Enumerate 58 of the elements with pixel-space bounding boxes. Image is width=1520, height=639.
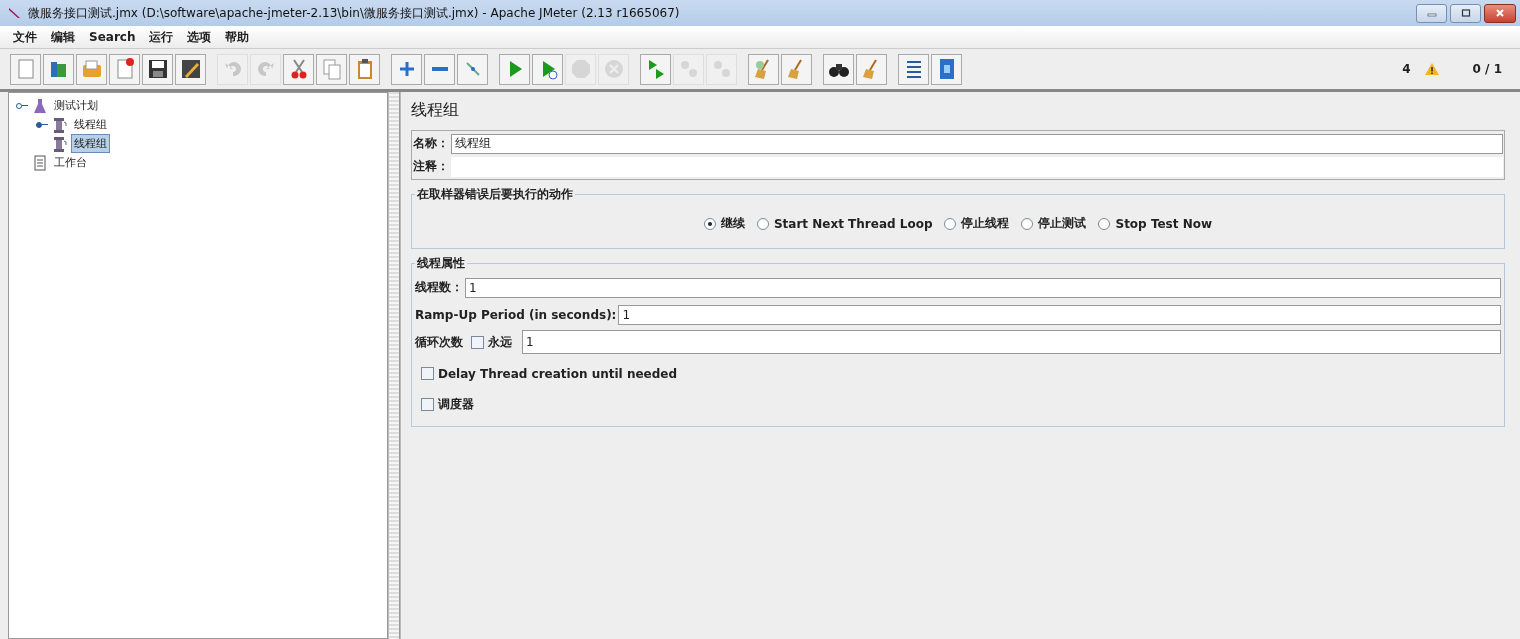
delay-checkbox[interactable]: Delay Thread creation until needed (421, 366, 678, 381)
notepad-icon (32, 154, 48, 171)
tree-item[interactable]: 测试计划 (51, 96, 101, 115)
tree-item[interactable]: 线程组 (71, 115, 110, 134)
minimize-button[interactable] (1416, 3, 1447, 23)
radio-option[interactable]: 继续 (703, 215, 745, 232)
list-button[interactable] (898, 53, 929, 85)
spool-icon (52, 116, 68, 133)
file-button[interactable] (10, 53, 41, 85)
flask-icon (32, 97, 48, 114)
binoculars-button[interactable] (823, 53, 854, 85)
minus-button[interactable] (424, 53, 455, 85)
clipboard-button[interactable] (349, 53, 380, 85)
warning-icon (1423, 62, 1440, 76)
spool-icon (52, 135, 68, 152)
feather-icon (8, 6, 22, 20)
folder-button[interactable] (76, 53, 107, 85)
close-button[interactable] (1484, 3, 1516, 23)
radio-option[interactable]: Stop Test Now (1098, 215, 1213, 232)
ramp-up-label: Ramp-Up Period (in seconds): (415, 307, 617, 322)
loop-count-label: 循环次数 (415, 333, 463, 351)
scheduler-checkbox[interactable]: 调度器 (421, 396, 474, 413)
loop-count-field[interactable]: 1 (522, 330, 1501, 354)
maximize-icon (1460, 8, 1471, 18)
comment-label: 注释： (413, 158, 449, 175)
menu-item[interactable]: 运行 (144, 28, 179, 46)
threads-field[interactable]: 1 (465, 277, 1501, 298)
menu-item[interactable]: 编辑 (46, 28, 80, 46)
forever-checkbox[interactable]: 永远 (471, 333, 512, 351)
name-label: 名称： (413, 135, 449, 152)
group-title: 在取样器错误后要执行的动作 (416, 186, 574, 203)
remote-play-button[interactable] (640, 53, 671, 85)
warning-count: 4 (1402, 62, 1411, 76)
window-title: 微服务接口测试.jmx (D:\software\apache-jmeter-2.13\bin\微服务接口测试.jmx) - Apache JMeter (2.13 r1665067) (28, 4, 680, 22)
threads-label: 线程数： (415, 279, 463, 296)
radio-option[interactable]: Start Next Thread Loop (756, 215, 933, 232)
radio-option[interactable]: 停止测试 (1021, 215, 1087, 232)
comment-field[interactable] (451, 156, 1503, 177)
menu-item[interactable]: Search (84, 30, 141, 44)
name-field[interactable]: 线程组 (451, 133, 1503, 154)
play-button[interactable] (499, 53, 530, 85)
menu-item[interactable]: 帮助 (220, 28, 255, 46)
thread-count: 0 / 1 (1472, 62, 1502, 76)
plus-button[interactable] (391, 53, 422, 85)
maximize-button[interactable] (1450, 3, 1481, 23)
floppy-button[interactable] (142, 53, 173, 85)
group-title: 线程属性 (416, 255, 466, 272)
pencil-button[interactable] (175, 53, 206, 85)
menu-item[interactable]: 文件 (8, 28, 42, 46)
tree-item[interactable]: 线程组 (71, 134, 110, 153)
close-icon (1495, 8, 1505, 18)
menu-item[interactable]: 选项 (182, 28, 217, 46)
scissors-button[interactable] (283, 53, 314, 85)
ramp-up-field[interactable]: 1 (618, 304, 1501, 325)
minus-icon (431, 66, 448, 72)
tree-item[interactable]: 工作台 (51, 153, 90, 172)
radio-option[interactable]: 停止线程 (944, 215, 1010, 232)
panel-title: 线程组 (411, 100, 460, 121)
